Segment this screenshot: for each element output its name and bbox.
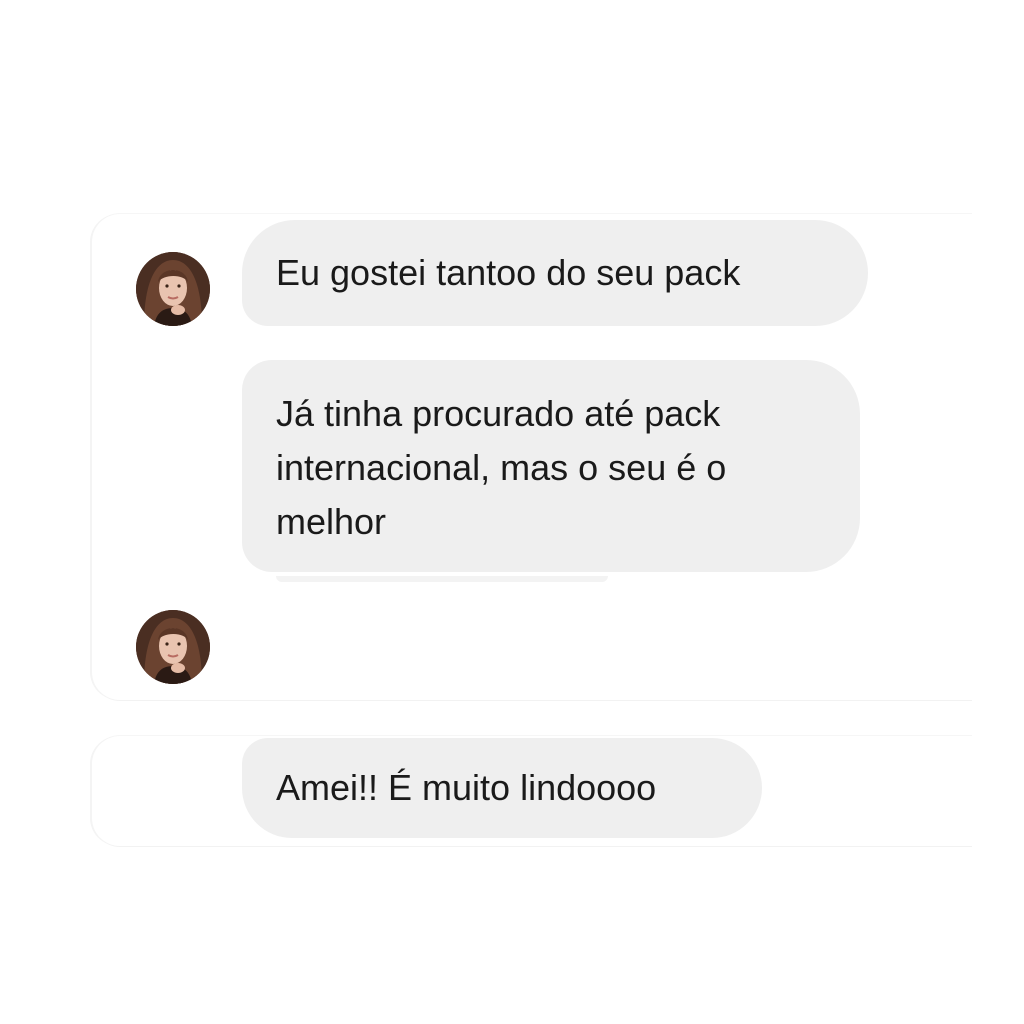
- contact-avatar[interactable]: [136, 610, 210, 684]
- message-text: Já tinha procurado até pack internaciona…: [276, 393, 727, 542]
- contact-avatar[interactable]: [136, 252, 210, 326]
- message-bubble[interactable]: Eu gostei tantoo do seu pack: [242, 220, 868, 326]
- message-text: Amei!! É muito lindoooo: [276, 767, 657, 808]
- profile-photo-icon: [136, 252, 210, 326]
- message-bubble[interactable]: Amei!! É muito lindoooo: [242, 738, 762, 838]
- message-bubble[interactable]: Já tinha procurado até pack internaciona…: [242, 360, 860, 572]
- message-divider: [276, 576, 608, 582]
- profile-photo-icon: [136, 610, 210, 684]
- message-text: Eu gostei tantoo do seu pack: [276, 252, 741, 293]
